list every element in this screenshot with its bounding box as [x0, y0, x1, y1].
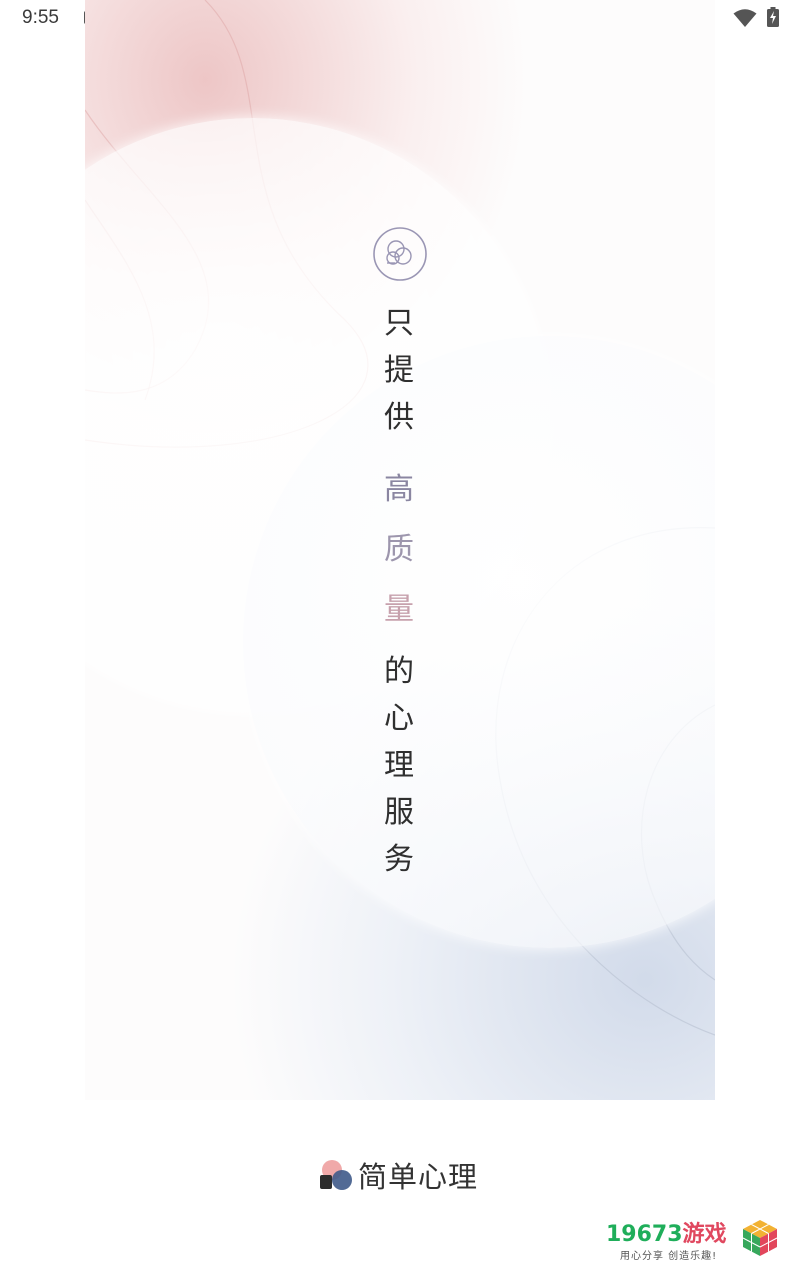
slogan-highlight-char: 高: [384, 472, 414, 507]
app-name: 简单心理: [358, 1160, 479, 1194]
slogan-char: 的: [384, 654, 414, 689]
slogan-char: 务: [384, 842, 414, 877]
cube-logo-icon: [742, 1220, 778, 1256]
slogan-char: 只: [384, 306, 414, 341]
brand-mark-icon: [373, 227, 427, 281]
slogan-char: 理: [384, 748, 414, 783]
status-time: 9:55: [22, 7, 59, 28]
watermark-slogan: 用心分享 创造乐趣!: [620, 1251, 718, 1262]
app-logo: 简单心理: [318, 1155, 478, 1195]
watermark-name: 游戏: [682, 1222, 727, 1247]
wifi-icon: [733, 9, 757, 27]
slogan-highlight-char: 量: [384, 592, 414, 627]
slogan-line-1: 只 提 供: [376, 300, 422, 441]
watermark-title: 19673游戏: [606, 1216, 727, 1248]
slogan-char: 提: [384, 353, 414, 388]
slogan-char: 服: [384, 795, 414, 830]
watermark: 19673游戏 用心分享 创造乐趣!: [606, 1216, 786, 1272]
brand-logo-icon: [320, 1160, 352, 1190]
battery-charging-icon: [767, 7, 779, 27]
slogan-char: 供: [384, 400, 414, 435]
slogan-highlight-char: 质: [384, 532, 414, 567]
watermark-number: 19673: [606, 1222, 683, 1247]
slogan-line-3: 的 心 理 服 务: [376, 648, 422, 883]
slogan-highlight: 高 质 量: [376, 460, 422, 640]
slogan-char: 心: [384, 701, 414, 736]
